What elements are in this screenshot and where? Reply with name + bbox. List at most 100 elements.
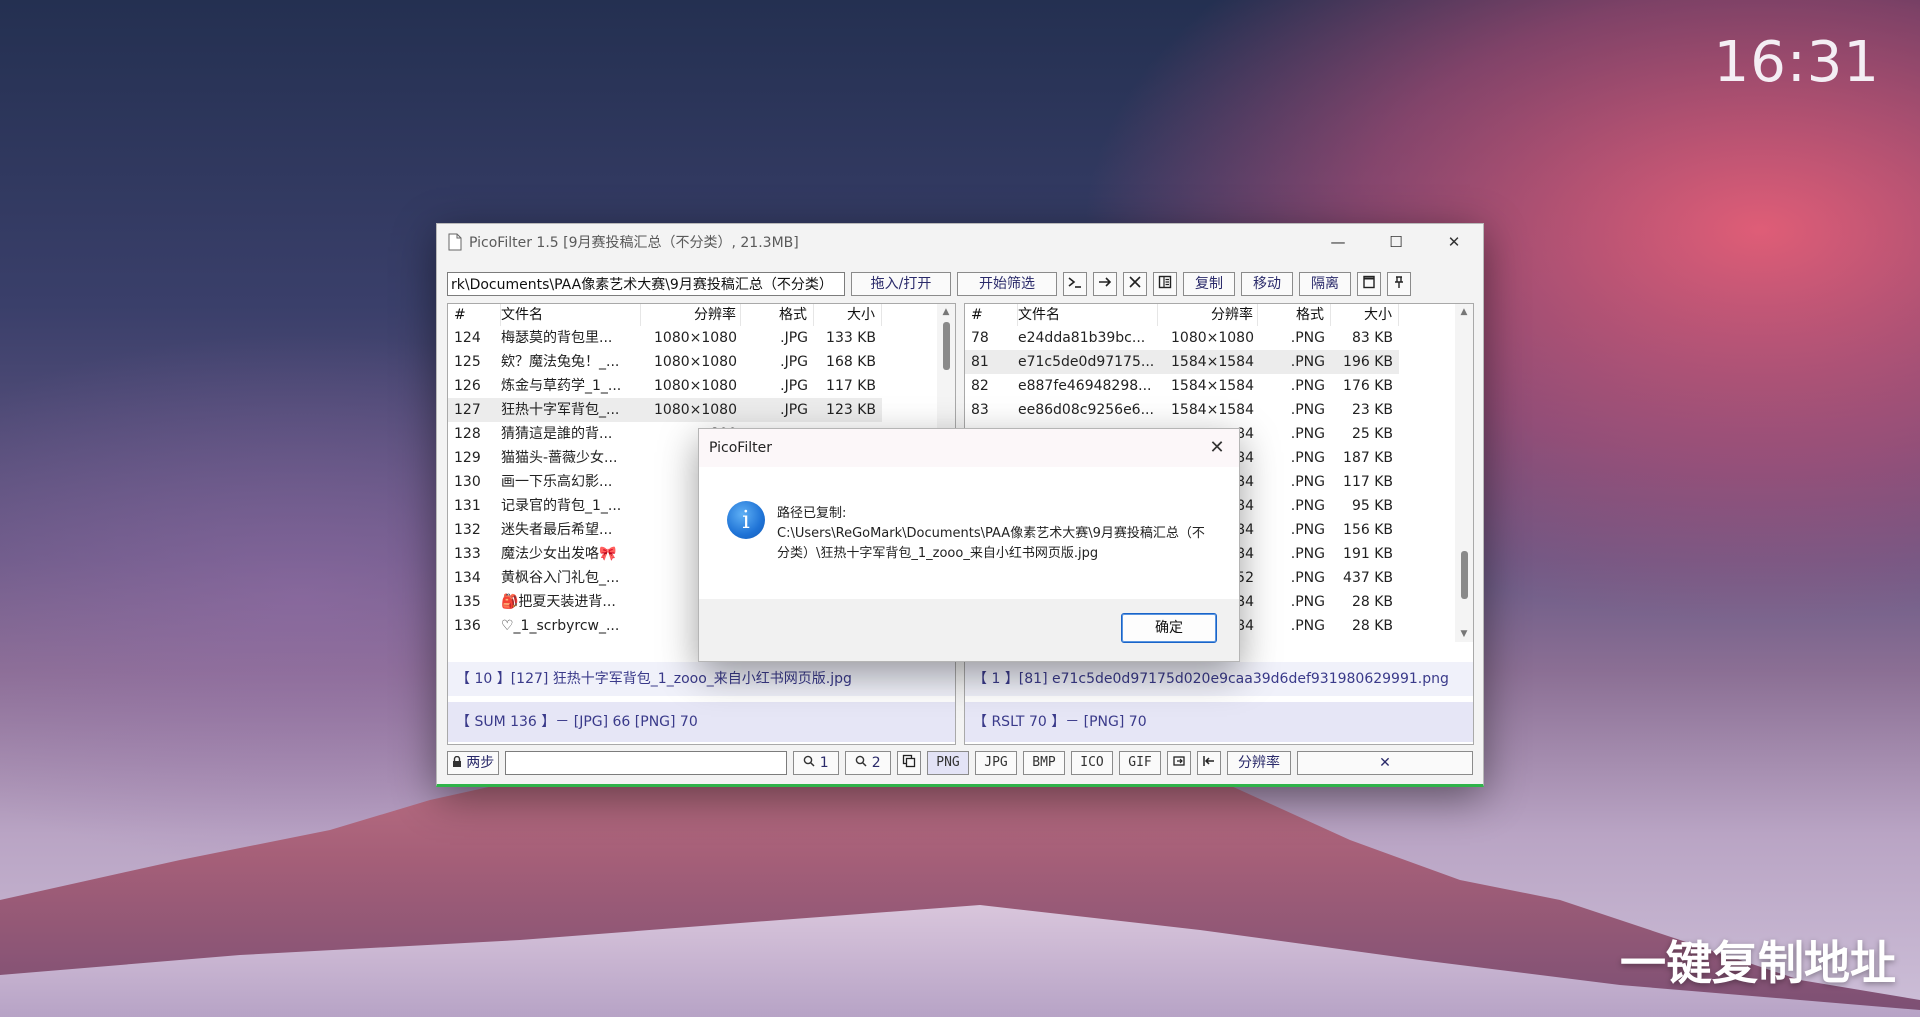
row-filename: e24dda81b39bc... xyxy=(1018,330,1146,346)
row-filename: 迷失者最后希望... xyxy=(501,522,613,538)
pin-icon[interactable] xyxy=(1387,272,1411,296)
row-format: .JPG xyxy=(741,398,814,422)
row-index: 128 xyxy=(454,426,481,442)
row-filename: 画一下乐高幻影... xyxy=(501,474,613,490)
table-row[interactable]: 81 e71c5de0d97175... 1584×1584 .PNG 196 KB xyxy=(965,350,1473,374)
caption-overlay: 一键复制地址 xyxy=(1620,936,1896,990)
move-button[interactable]: 移动 xyxy=(1241,272,1293,296)
swap-icon[interactable] xyxy=(1167,751,1191,775)
row-format: .JPG xyxy=(780,330,808,346)
row-size: 117 KB xyxy=(826,378,876,394)
minimize-button[interactable]: — xyxy=(1309,224,1367,260)
row-format: .JPG xyxy=(780,354,808,370)
row-format: .PNG xyxy=(1290,402,1325,418)
scroll-up-icon[interactable]: ▲ xyxy=(937,304,955,320)
arrow-right-icon[interactable] xyxy=(1093,272,1117,296)
format-png-toggle[interactable]: PNG xyxy=(927,751,969,775)
row-format: .PNG xyxy=(1290,330,1325,346)
scroll-up-icon[interactable]: ▲ xyxy=(1455,304,1473,320)
drag-open-button[interactable]: 拖入/打开 xyxy=(851,272,951,296)
table-row[interactable]: 83 ee86d08c9256e6... 1584×1584 .PNG 23 KB xyxy=(965,398,1473,422)
maximize-button[interactable]: ☐ xyxy=(1367,224,1425,260)
row-resolution: 1080×1080 xyxy=(654,378,737,394)
search-icon xyxy=(856,755,867,767)
format-gif-toggle[interactable]: GIF xyxy=(1119,751,1161,775)
dialog-titlebar[interactable]: PicoFilter ✕ xyxy=(699,429,1239,467)
filter-input[interactable] xyxy=(505,751,787,775)
clear-button[interactable]: ✕ xyxy=(1297,751,1473,775)
copy-button[interactable]: 复制 xyxy=(1183,272,1235,296)
copy-icon[interactable] xyxy=(897,751,921,775)
panel-icon[interactable] xyxy=(1153,272,1177,296)
table-row[interactable]: 82 e887fe46948298... 1584×1584 .PNG 176 KB xyxy=(965,374,1473,398)
col-format[interactable]: 格式 xyxy=(741,304,814,326)
delete-icon[interactable] xyxy=(1123,272,1147,296)
col-size[interactable]: 大小 xyxy=(1331,304,1399,326)
col-resolution[interactable]: 分辨率 xyxy=(1158,304,1258,326)
scroll-down-icon[interactable]: ▼ xyxy=(1455,626,1473,642)
row-index: 83 xyxy=(971,402,989,418)
dialog-message-path: C:\Users\ReGoMark\Documents\PAA像素艺术大赛\9月… xyxy=(777,526,1205,561)
dialog-footer: 确定 xyxy=(699,599,1239,661)
row-resolution: 1080×1080 xyxy=(1171,330,1254,346)
format-jpg-toggle[interactable]: JPG xyxy=(975,751,1017,775)
dialog-close-button[interactable]: ✕ xyxy=(1205,429,1229,467)
row-filename: 狂热十字军背包_... xyxy=(501,398,641,422)
left-list-header: # 文件名 分辨率 格式 大小 xyxy=(448,304,955,326)
terminal-icon[interactable] xyxy=(1063,272,1087,296)
row-index: 133 xyxy=(454,546,481,562)
row-size: 95 KB xyxy=(1351,498,1393,514)
left-scroll-thumb[interactable] xyxy=(943,322,950,370)
col-index[interactable]: # xyxy=(965,304,1018,326)
row-index: 129 xyxy=(454,450,481,466)
row-filename: 欸？魔法兔兔！_... xyxy=(501,354,620,370)
row-resolution: 1080×1080 xyxy=(654,330,737,346)
right-scrollbar[interactable]: ▲ ▼ xyxy=(1455,304,1473,642)
table-row[interactable]: 125 欸？魔法兔兔！_... 1080×1080 .JPG 168 KB xyxy=(448,350,955,374)
row-size: 83 KB xyxy=(1351,330,1393,346)
search-2-button[interactable]: 2 xyxy=(845,751,891,775)
title-bar[interactable]: PicoFilter 1.5 [9月赛投稿汇总（不分类）, 21.3MB] — … xyxy=(437,224,1483,260)
col-format[interactable]: 格式 xyxy=(1258,304,1331,326)
row-filename: 魔法少女出发咯🎀 xyxy=(501,546,617,562)
path-input[interactable]: rk\Documents\PAA像素艺术大赛\9月赛投稿汇总（不分类） xyxy=(447,272,845,296)
lock-icon xyxy=(452,755,461,767)
row-size: 25 KB xyxy=(1351,426,1393,442)
dialog-title: PicoFilter xyxy=(709,440,772,456)
two-step-button[interactable]: 两步 xyxy=(447,751,499,775)
row-size: 191 KB xyxy=(1343,546,1393,562)
row-index: 81 xyxy=(965,350,1018,374)
row-index: 125 xyxy=(454,354,481,370)
start-filter-button[interactable]: 开始筛选 xyxy=(957,272,1057,296)
format-ico-toggle[interactable]: ICO xyxy=(1071,751,1113,775)
window-title: PicoFilter 1.5 [9月赛投稿汇总（不分类）, 21.3MB] xyxy=(469,235,799,251)
desktop-clock: 16:31 xyxy=(1713,30,1880,95)
format-bmp-toggle[interactable]: BMP xyxy=(1023,751,1065,775)
isolate-button[interactable]: 隔离 xyxy=(1299,272,1351,296)
table-row[interactable]: 127 狂热十字军背包_... 1080×1080 .JPG 123 KB xyxy=(448,398,955,422)
table-row[interactable]: 124 梅瑟莫的背包里... 1080×1080 .JPG 133 KB xyxy=(448,326,955,350)
row-size: 156 KB xyxy=(1343,522,1393,538)
col-name[interactable]: 文件名 xyxy=(1018,304,1158,326)
row-filename: 猫猫头-蔷薇少女... xyxy=(501,450,618,466)
first-page-icon[interactable] xyxy=(1197,751,1221,775)
row-format: .PNG xyxy=(1290,618,1325,634)
ok-button[interactable]: 确定 xyxy=(1121,613,1217,643)
right-scroll-thumb[interactable] xyxy=(1461,550,1468,599)
col-resolution[interactable]: 分辨率 xyxy=(641,304,741,326)
table-row[interactable]: 78 e24dda81b39bc... 1080×1080 .PNG 83 KB xyxy=(965,326,1473,350)
row-filename: ee86d08c9256e6... xyxy=(1018,402,1154,418)
col-index[interactable]: # xyxy=(448,304,501,326)
row-filename: e71c5de0d97175... xyxy=(1018,350,1158,374)
message-dialog: PicoFilter ✕ i 路径已复制: C:\Users\ReGoMark\… xyxy=(698,428,1240,662)
col-name[interactable]: 文件名 xyxy=(501,304,641,326)
row-size: 168 KB xyxy=(826,354,876,370)
search-1-button[interactable]: 1 xyxy=(793,751,839,775)
row-size: 28 KB xyxy=(1351,618,1393,634)
table-row[interactable]: 126 炼金与草药学_1_... 1080×1080 .JPG 117 KB xyxy=(448,374,955,398)
col-size[interactable]: 大小 xyxy=(814,304,882,326)
close-button[interactable]: ✕ xyxy=(1425,224,1483,260)
window-icon[interactable] xyxy=(1357,272,1381,296)
resolution-button[interactable]: 分辨率 xyxy=(1227,751,1291,775)
row-index: 134 xyxy=(454,570,481,586)
